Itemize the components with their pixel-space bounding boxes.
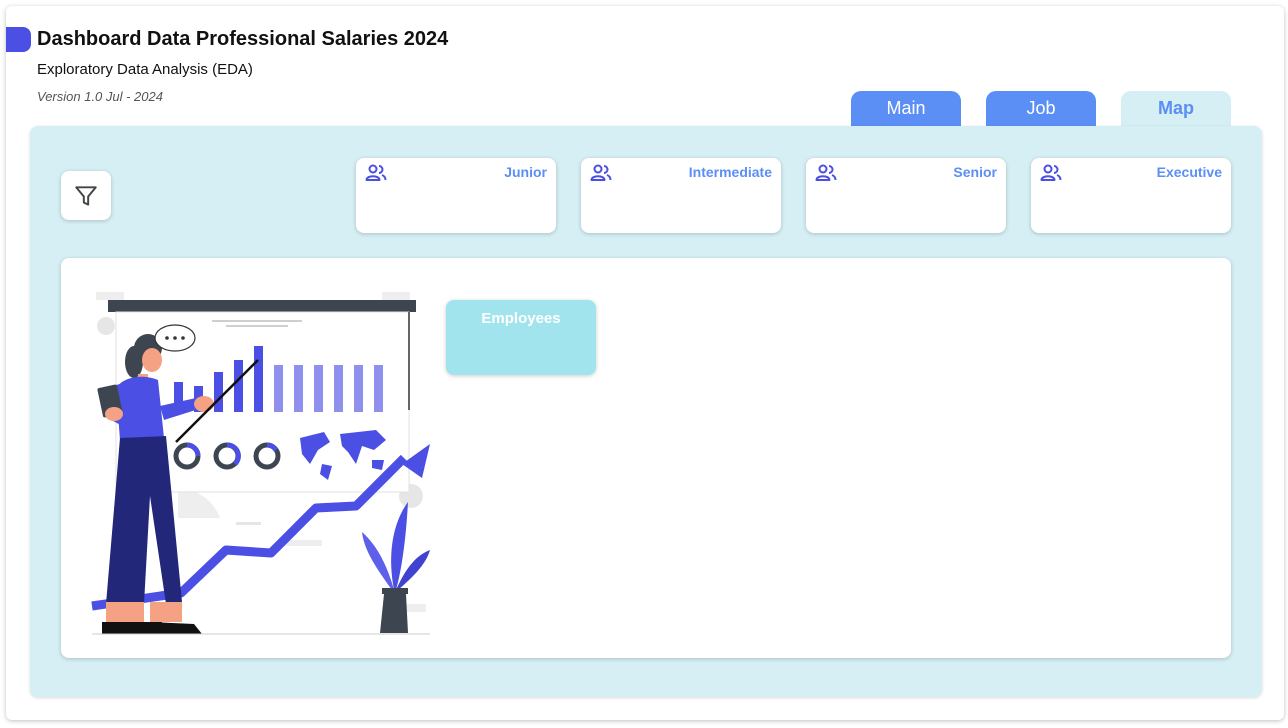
page-subtitle: Exploratory Data Analysis (EDA) (37, 61, 253, 78)
card-label: Junior (504, 164, 547, 180)
people-icon (365, 164, 387, 181)
card-senior[interactable]: Senior (806, 158, 1006, 233)
page-title: Dashboard Data Professional Salaries 202… (37, 28, 449, 50)
card-label: Executive (1156, 164, 1222, 180)
filter-button[interactable] (61, 171, 111, 220)
people-icon (815, 164, 837, 181)
presentation-illustration (91, 292, 430, 635)
card-intermediate[interactable]: Intermediate (581, 158, 781, 233)
card-label: Senior (953, 164, 997, 180)
card-label: Intermediate (688, 164, 772, 180)
people-icon (1040, 164, 1062, 181)
people-icon (590, 164, 612, 181)
tab-map[interactable]: Map (1121, 91, 1231, 127)
tab-job[interactable]: Job (986, 91, 1096, 127)
accent-marker (6, 27, 31, 52)
card-executive[interactable]: Executive (1031, 158, 1231, 233)
version-label: Version 1.0 Jul - 2024 (37, 89, 163, 104)
employees-label: Employees (481, 310, 561, 327)
card-junior[interactable]: Junior (356, 158, 556, 233)
filter-icon (75, 185, 97, 206)
tab-main[interactable]: Main (851, 91, 961, 127)
employees-kpi-card[interactable]: Employees (446, 300, 596, 375)
